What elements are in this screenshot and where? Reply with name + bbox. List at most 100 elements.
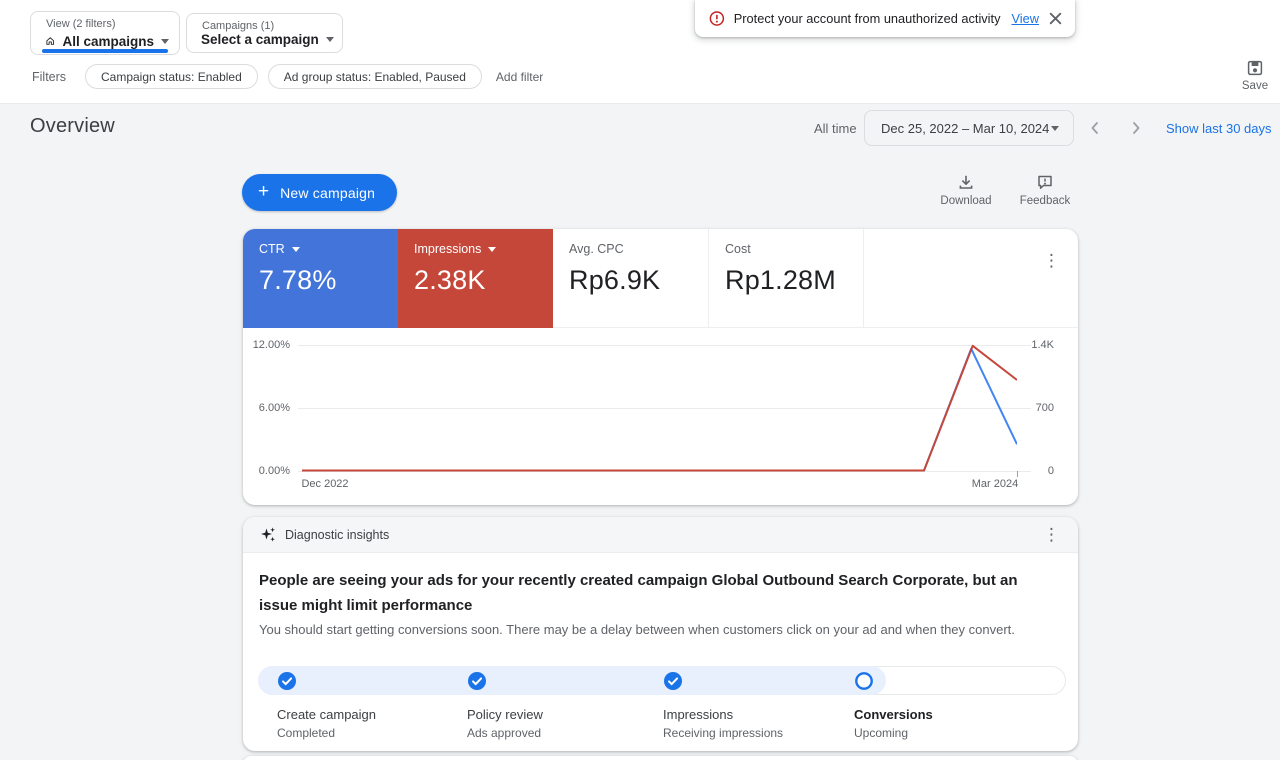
- filter-chip-campaign-status[interactable]: Campaign status: Enabled: [85, 64, 258, 89]
- impressions-line-series: [302, 344, 1017, 472]
- x-axis-tick-mar-2024: Mar 2024: [971, 478, 1019, 490]
- banner-close-button[interactable]: [1048, 11, 1063, 26]
- campaign-progress-track: [258, 666, 1066, 695]
- date-preset-label: All time: [814, 121, 857, 136]
- scorecard-impressions-value: 2.38K: [414, 265, 486, 295]
- step-policy-review: Policy review Ads approved: [467, 707, 543, 740]
- scorecard-impressions-label: Impressions: [414, 242, 482, 256]
- scorecard-cost[interactable]: Cost Rp1.28M: [708, 229, 863, 328]
- sparkle-icon: [261, 527, 275, 542]
- left-axis-tick-0: 0.00%: [258, 465, 290, 477]
- banner-message: Protect your account from unauthorized a…: [733, 11, 1001, 26]
- step-status: Ads approved: [467, 726, 542, 740]
- step-create-campaign: Create campaign Completed: [277, 707, 376, 740]
- insights-header-label: Diagnostic insights: [285, 527, 390, 542]
- chevron-down-icon: [161, 38, 169, 44]
- scorecard-avg-cpc[interactable]: Avg. CPC Rp6.9K: [553, 229, 708, 328]
- step-check-icon-create-campaign: [278, 672, 296, 690]
- chevron-down-icon: [325, 37, 334, 42]
- step-impressions: Impressions Receiving impressions: [663, 707, 783, 740]
- previous-period-button[interactable]: [1087, 120, 1103, 136]
- step-title: Policy review: [467, 707, 543, 722]
- top-toolbar: View (2 filters) All campaigns Campaigns…: [0, 0, 1280, 104]
- alert-circle-icon: [709, 11, 725, 26]
- insights-title: People are seeing your ads for your rece…: [259, 572, 1018, 614]
- step-title: Create campaign: [277, 707, 376, 722]
- scorecard-cost-label: Cost: [725, 242, 751, 256]
- chart-card-menu-button[interactable]: ⋮: [1043, 252, 1060, 269]
- close-icon: [1049, 12, 1062, 25]
- insights-subtitle: You should start getting conversions soo…: [259, 622, 1015, 637]
- scorecard-avg-cpc-value: Rp6.9K: [569, 265, 661, 295]
- chevron-down-icon: [1051, 125, 1059, 131]
- feedback-button[interactable]: Feedback: [1015, 173, 1075, 207]
- diagnostic-insights-card: Diagnostic insights ⋮ People are seeing …: [243, 517, 1078, 751]
- date-range-selector[interactable]: Dec 25, 2022 – Mar 10, 2024: [864, 110, 1074, 146]
- insights-menu-button[interactable]: ⋮: [1043, 526, 1060, 543]
- feedback-icon: [1038, 175, 1052, 189]
- campaign-selector[interactable]: Campaigns (1) Select a campaign: [186, 13, 343, 53]
- active-tab-indicator: [42, 49, 168, 53]
- right-axis-tick-700: 700: [1035, 402, 1054, 414]
- x-axis-tick-mark: [1017, 471, 1018, 477]
- account-protection-banner: Protect your account from unauthorized a…: [695, 0, 1075, 37]
- next-card-top-edge: [243, 756, 1078, 760]
- scorecard-ctr[interactable]: CTR 7.78%: [243, 229, 398, 328]
- scorecard-filler: [863, 229, 1078, 328]
- scorecard-ctr-value: 7.78%: [259, 265, 337, 295]
- google-ads-overview-page: View (2 filters) All campaigns Campaigns…: [0, 0, 1280, 760]
- scorecard-row: CTR 7.78% Impressions 2.38K Avg. CPC Rp6…: [243, 229, 1078, 328]
- download-icon: [959, 175, 973, 189]
- new-campaign-button[interactable]: + New campaign: [242, 174, 398, 211]
- save-label: Save: [1241, 80, 1269, 92]
- filters-label: Filters: [32, 70, 67, 84]
- step-status: Completed: [277, 726, 336, 740]
- step-circle-icon-conversions: [855, 672, 873, 690]
- campaign-selector-value: Select a campaign: [201, 32, 319, 47]
- scorecard-cost-value: Rp1.28M: [725, 265, 836, 295]
- view-selector-label: View (2 filters): [46, 18, 116, 30]
- banner-view-link[interactable]: View: [1011, 11, 1039, 26]
- progress-fill: [258, 666, 886, 695]
- step-conversions: Conversions Upcoming: [854, 707, 933, 740]
- scorecard-avg-cpc-label: Avg. CPC: [569, 242, 624, 256]
- feedback-label: Feedback: [1019, 195, 1071, 207]
- new-campaign-label: New campaign: [280, 184, 376, 201]
- show-last-30-days-link[interactable]: Show last 30 days: [1166, 121, 1272, 136]
- chart-lines: [302, 344, 1017, 472]
- download-label: Download: [940, 195, 992, 207]
- ctr-line-series: [302, 347, 1017, 472]
- time-series-chart: 12.00% 6.00% 0.00% 1.4K 700 0 Dec 2022 M…: [243, 328, 1078, 505]
- home-icon: [46, 37, 55, 45]
- performance-chart-card: CTR 7.78% Impressions 2.38K Avg. CPC Rp6…: [243, 229, 1078, 505]
- step-status: Receiving impressions: [663, 726, 784, 740]
- right-axis-tick-0: 0: [1047, 465, 1054, 477]
- campaign-selector-label: Campaigns (1): [202, 20, 275, 32]
- right-axis-tick-1400: 1.4K: [1031, 339, 1054, 351]
- scorecard-impressions[interactable]: Impressions 2.38K: [398, 229, 553, 328]
- step-check-icon-impressions: [664, 672, 682, 690]
- x-axis-tick-dec-2022: Dec 2022: [301, 478, 349, 490]
- next-period-button[interactable]: [1128, 120, 1144, 136]
- view-selector[interactable]: View (2 filters) All campaigns: [30, 11, 180, 55]
- page-title: Overview: [30, 115, 115, 137]
- filter-chip-row: Campaign status: Enabled Ad group status…: [85, 64, 543, 89]
- plus-icon: +: [258, 181, 270, 202]
- step-status: Upcoming: [854, 726, 909, 740]
- left-axis-tick-12: 12.00%: [252, 339, 290, 351]
- step-check-icon-policy-review: [468, 672, 486, 690]
- insights-header: Diagnostic insights ⋮: [243, 517, 1078, 553]
- step-title: Conversions: [854, 707, 933, 722]
- filter-chip-ad-group-status[interactable]: Ad group status: Enabled, Paused: [267, 64, 482, 89]
- view-selector-value: All campaigns: [62, 33, 154, 49]
- save-button[interactable]: Save: [1230, 59, 1280, 92]
- left-axis-tick-6: 6.00%: [258, 402, 290, 414]
- chevron-down-icon: [291, 246, 300, 252]
- download-button[interactable]: Download: [938, 173, 994, 207]
- add-filter-button[interactable]: Add filter: [496, 70, 543, 84]
- date-range-value: Dec 25, 2022 – Mar 10, 2024: [881, 120, 1050, 136]
- save-icon: [1247, 60, 1263, 76]
- scorecard-ctr-label: CTR: [259, 242, 285, 256]
- step-title: Impressions: [663, 707, 734, 722]
- chevron-down-icon: [488, 246, 497, 252]
